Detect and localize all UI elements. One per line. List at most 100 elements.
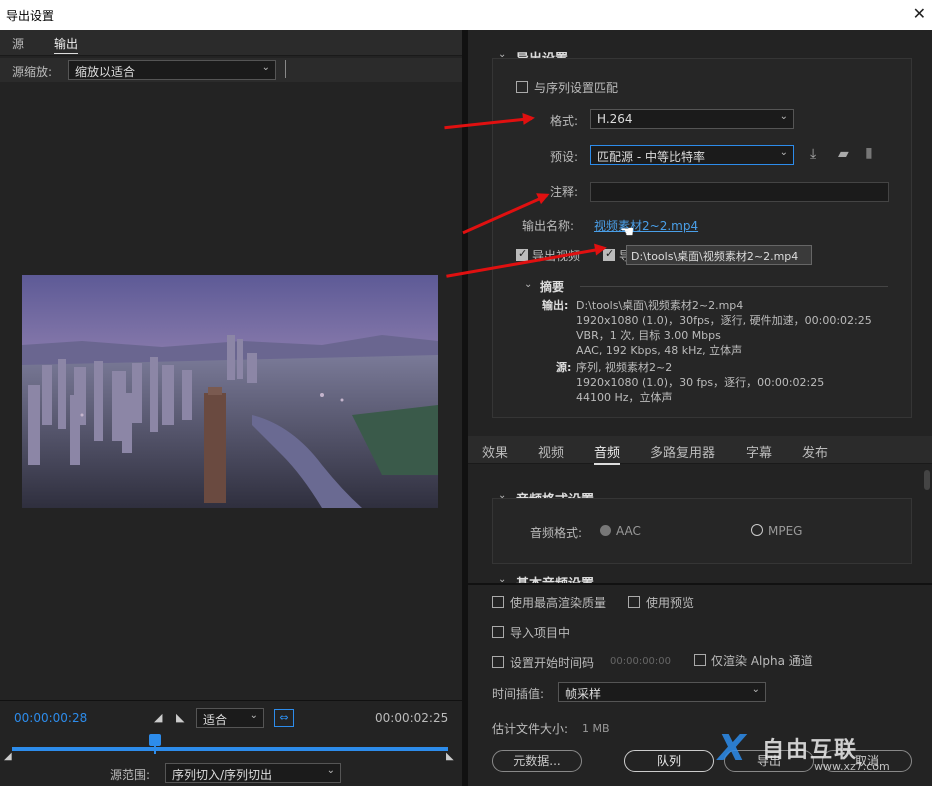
interp-dropdown[interactable]: 帧采样 ⌄	[558, 682, 766, 702]
range-dropdown[interactable]: 序列切入/序列切出 ⌄	[165, 763, 341, 783]
summary-line: 序列, 视频素材2~2	[576, 361, 673, 374]
match-sequence-label: 与序列设置匹配	[534, 81, 619, 95]
tab-audio[interactable]: 音频	[594, 442, 621, 465]
playhead-line	[154, 746, 156, 754]
output-name-link[interactable]: 视频素材2~2.mp4	[594, 217, 698, 234]
export-video-checkbox[interactable]	[516, 247, 528, 261]
watermark-logo: X 自由互联 www.xz7.com	[718, 724, 928, 784]
timecode-duration: 00:00:02:25	[375, 711, 449, 725]
trash-icon[interactable]: ▮	[865, 145, 873, 161]
queue-button[interactable]: 队列	[624, 750, 714, 772]
comment-label: 注释:	[550, 185, 579, 199]
summary-source: 序列, 视频素材2~2 1920x1080 (1.0)，30 fps，逐行，00…	[576, 360, 824, 405]
summary-line: 1920x1080 (1.0)，30fps，逐行, 硬件加速，00:00:02:…	[576, 314, 872, 327]
divider	[285, 60, 286, 78]
mark-in-icon[interactable]: ◢	[154, 711, 162, 724]
tooltip-text: D:\tools\桌面\视频素材2~2.mp4	[631, 250, 799, 263]
summary-line: 1920x1080 (1.0)，30 fps，逐行，00:00:02:25	[576, 376, 825, 389]
scale-label: 源缩放:	[12, 65, 53, 79]
settings-tabs: 效果 视频 音频 多路复用器 字幕 发布	[468, 436, 932, 465]
use-preview-checkbox[interactable]	[628, 596, 640, 608]
tab-video[interactable]: 视频	[538, 442, 564, 461]
alpha-only-label: 仅渲染 Alpha 通道	[711, 654, 813, 668]
timecode-current[interactable]: 00:00:00:28	[14, 711, 87, 725]
scrollbar-thumb[interactable]	[924, 470, 930, 490]
save-preset-icon[interactable]: ⤓	[810, 146, 816, 162]
import-project-checkbox[interactable]	[492, 626, 504, 638]
scale-dropdown[interactable]: 缩放以适合 ⌄	[68, 60, 276, 80]
tab-multiplexer[interactable]: 多路复用器	[650, 442, 715, 461]
format-label: 格式:	[550, 114, 579, 128]
tab-effects[interactable]: 效果	[482, 442, 508, 461]
match-sequence-checkbox[interactable]	[516, 81, 528, 93]
chevron-down-icon[interactable]: ⌄	[524, 279, 532, 290]
source-panel: 源 输出 源缩放: 缩放以适合 ⌄ 00:00:00:28 ◢ ◣ 适合 ⌄ ⇔…	[0, 30, 462, 786]
tab-publish[interactable]: 发布	[802, 442, 828, 461]
start-tc-checkbox[interactable]	[492, 656, 504, 668]
mark-out-icon[interactable]: ◣	[176, 711, 184, 724]
scale-value: 缩放以适合	[75, 65, 136, 79]
tab-captions[interactable]: 字幕	[746, 442, 772, 461]
range-label: 源范围:	[110, 768, 151, 782]
playhead[interactable]	[149, 734, 161, 746]
comment-input[interactable]	[590, 182, 889, 202]
mpeg-label: MPEG	[768, 524, 803, 538]
chevron-down-icon: ⌄	[249, 710, 258, 721]
watermark-x-icon: X	[718, 728, 746, 769]
chevron-down-icon: ⌄	[779, 147, 788, 158]
metadata-button[interactable]: 元数据...	[492, 750, 582, 772]
aac-radio[interactable]	[600, 525, 611, 536]
out-handle-icon[interactable]: ◣	[446, 751, 454, 762]
tab-output[interactable]: 输出	[54, 35, 79, 54]
filesize-label: 估计文件大小:	[492, 722, 569, 736]
summary-rule	[580, 286, 888, 287]
range-value: 序列切入/序列切出	[172, 768, 273, 782]
mpeg-radio[interactable]	[751, 524, 763, 536]
playback-bar: 00:00:00:28 ◢ ◣ 适合 ⌄ ⇔ 00:00:02:25 ◢ ◣ 源…	[0, 700, 462, 786]
interp-value: 帧采样	[565, 687, 602, 701]
hand-cursor-icon: ☚	[620, 222, 635, 241]
timeline-range[interactable]	[12, 747, 448, 751]
output-name-label: 输出名称:	[522, 219, 575, 233]
zoom-dropdown[interactable]: 适合 ⌄	[196, 708, 264, 728]
watermark-url: www.xz7.com	[814, 760, 890, 773]
summary-output-label: 输出:	[542, 299, 569, 312]
summary-line: D:\tools\桌面\视频素材2~2.mp4	[576, 299, 744, 312]
chevron-down-icon: ⌄	[779, 111, 788, 122]
aspect-icon[interactable]: ⇔	[274, 709, 294, 727]
filesize-value: 1 MB	[582, 722, 610, 735]
format-value: H.264	[597, 112, 633, 126]
scale-row: 源缩放: 缩放以适合 ⌄	[0, 58, 462, 82]
summary-line: 44100 Hz，立体声	[576, 391, 673, 404]
source-tabs: 源 输出	[0, 30, 462, 56]
preset-label: 预设:	[550, 150, 579, 164]
preset-value: 匹配源 - 中等比特率	[597, 150, 705, 164]
max-quality-checkbox[interactable]	[492, 596, 504, 608]
close-icon[interactable]: ✕	[913, 4, 926, 23]
chevron-down-icon: ⌄	[261, 62, 270, 73]
path-tooltip: D:\tools\桌面\视频素材2~2.mp4	[626, 245, 812, 265]
chevron-down-icon: ⌄	[326, 765, 335, 776]
audio-format-label: 音频格式:	[530, 526, 583, 540]
summary-source-label: 源:	[556, 361, 572, 374]
basic-audio-title: 基本音频设置	[516, 573, 594, 583]
aac-label: AAC	[616, 524, 641, 538]
in-handle-icon[interactable]: ◢	[4, 751, 12, 762]
alpha-only-checkbox[interactable]	[694, 654, 706, 666]
format-dropdown[interactable]: H.264 ⌄	[590, 109, 794, 129]
video-preview	[22, 275, 438, 508]
max-quality-label: 使用最高渲染质量	[510, 596, 607, 610]
export-panel: ⌄ 导出设置 与序列设置匹配 格式: H.264 ⌄ 预设: 匹配源 - 中等比…	[468, 30, 932, 786]
summary-line: AAC, 192 Kbps, 48 kHz, 立体声	[576, 344, 743, 357]
tab-source[interactable]: 源	[12, 35, 24, 52]
chevron-down-icon: ⌄	[751, 684, 760, 695]
zoom-value: 适合	[203, 713, 228, 727]
title-bar: 导出设置 ✕	[0, 0, 932, 30]
summary-output: D:\tools\桌面\视频素材2~2.mp4 1920x1080 (1.0)，…	[576, 298, 872, 358]
start-tc-value[interactable]: 00:00:00:00	[610, 656, 671, 667]
use-preview-label: 使用预览	[646, 596, 695, 610]
window-title: 导出设置	[6, 9, 55, 23]
import-project-label: 导入项目中	[510, 626, 571, 640]
preset-dropdown[interactable]: 匹配源 - 中等比特率 ⌄	[590, 145, 794, 165]
import-preset-icon[interactable]: ▰	[838, 146, 849, 162]
